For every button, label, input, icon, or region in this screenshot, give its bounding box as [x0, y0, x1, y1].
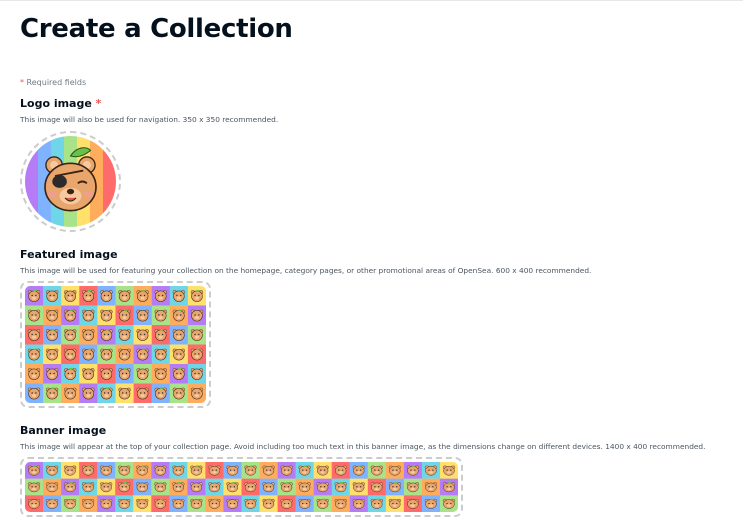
banner-image-label: Banner image [20, 424, 107, 437]
featured-image-dropzone[interactable] [20, 281, 211, 408]
featured-image-preview [25, 286, 206, 403]
featured-image-description: This image will be used for featuring yo… [20, 266, 592, 275]
banner-image-preview [25, 462, 458, 512]
bear-pattern-image [25, 286, 206, 403]
logo-image-label: Logo image * [20, 97, 101, 110]
bear-logo-icon [25, 136, 116, 227]
top-divider [0, 0, 743, 1]
required-fields-text: Required fields [24, 78, 87, 87]
logo-label-text: Logo image [20, 97, 92, 110]
bear-pattern-image [25, 462, 458, 512]
logo-required-star: * [91, 97, 102, 110]
banner-image-description: This image will appear at the top of you… [20, 442, 706, 451]
logo-image-dropzone[interactable] [20, 131, 121, 232]
page-title: Create a Collection [20, 14, 293, 44]
logo-image-description: This image will also be used for navigat… [20, 115, 279, 124]
logo-image-preview [25, 136, 116, 227]
banner-image-dropzone[interactable] [20, 457, 463, 517]
required-fields-note: * Required fields [20, 78, 86, 87]
featured-image-label: Featured image [20, 248, 118, 261]
